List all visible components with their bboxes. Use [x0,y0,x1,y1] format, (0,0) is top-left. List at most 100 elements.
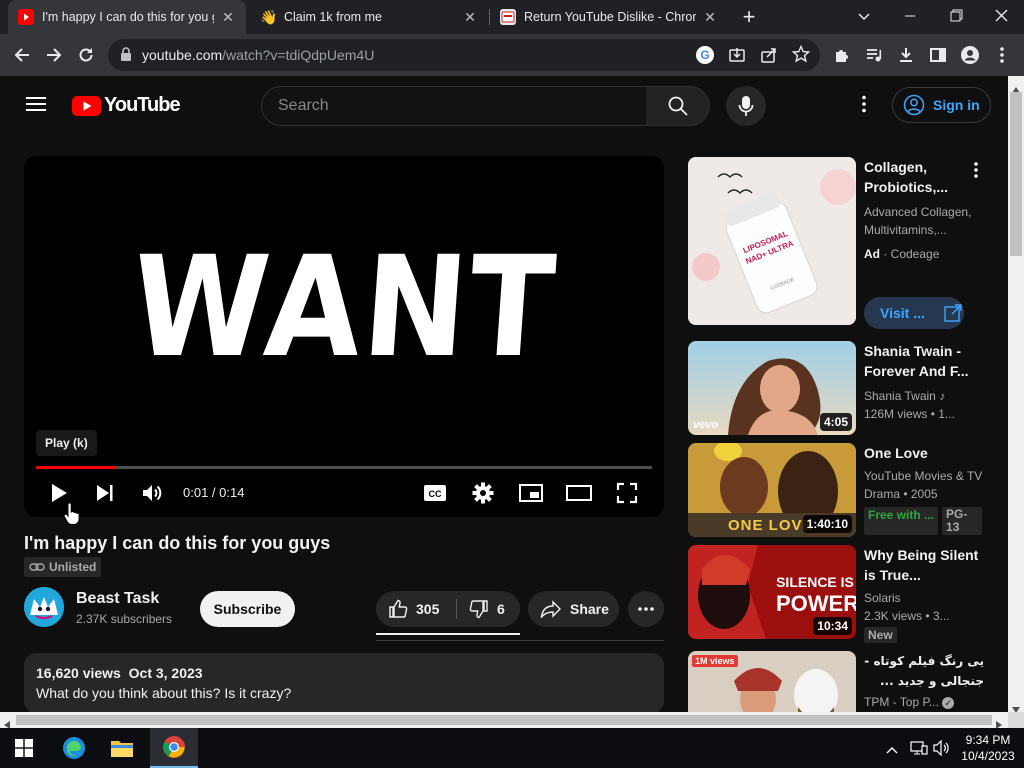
view-date-line: 16,620 views Oct 3, 2023 [36,665,652,681]
settings-kebab-icon[interactable] [854,94,874,119]
close-tab-icon[interactable]: ✕ [462,9,478,26]
sidebar-video[interactable]: SILENCE IS POWER 10:34 Why Being Silent … [688,545,984,643]
volume-speaker-icon[interactable] [933,739,951,761]
ad-title[interactable]: Collagen, Probiotics,... [864,157,984,197]
rating-badge: PG-13 [942,507,983,535]
ad-sponsor: Ad · Codeage [864,247,940,261]
svg-text:CC: CC [429,489,442,499]
video-title[interactable]: یی رنگ فیلم کوتاه - جنجالی و جدید ... [864,651,984,691]
search-input[interactable]: Search [261,86,647,126]
like-button[interactable]: 305 [376,591,456,627]
vertical-scroll-thumb[interactable] [1010,92,1022,256]
video-stats: 2.3K views • 3... [864,609,950,623]
close-tab-icon[interactable]: ✕ [702,9,718,26]
install-app-icon[interactable] [728,46,746,69]
next-button[interactable] [92,480,118,506]
video-thumbnail[interactable]: 1M views [688,651,856,712]
ad-label: Ad [864,247,880,261]
file-explorer-icon[interactable] [98,728,146,768]
ad-kebab-icon[interactable] [970,161,982,184]
more-horizontal-icon [638,607,654,611]
profile-icon[interactable] [956,41,984,69]
share-label: Share [570,601,609,617]
tab-claim[interactable]: 👋 Claim 1k from me ✕ [250,0,488,34]
side-panel-icon[interactable] [924,41,952,69]
address-bar[interactable]: youtube.com/watch?v=tdiQdpUem4U G [108,39,820,71]
description-box[interactable]: 16,620 views Oct 3, 2023 What do you thi… [24,653,664,713]
tab-search-chevron-icon[interactable] [852,6,876,26]
video-thumbnail[interactable]: ONE LOVE 1:40:10 [688,443,856,537]
back-arrow-icon[interactable] [8,41,36,69]
new-tab-button[interactable]: + [736,4,762,30]
video-title[interactable]: Why Being Silent is True... [864,545,984,585]
channel-name: Shania Twain ♪ [864,389,946,403]
video-player[interactable]: WANT Play (k) 0:01 / 0:14 CC [24,156,664,517]
sign-in-button[interactable]: Sign in [892,87,991,123]
vertical-scrollbar[interactable] [1008,76,1024,713]
channel-name[interactable]: Beast Task [76,590,159,608]
dislike-button[interactable]: 6 [457,591,520,627]
minimize-icon[interactable] [896,6,924,26]
voice-search-button[interactable] [726,86,766,126]
horizontal-scroll-thumb[interactable] [16,715,992,725]
video-title[interactable]: One Love [864,443,984,463]
music-note-icon: ♪ [939,389,946,403]
sign-in-label: Sign in [933,97,980,113]
thumbnail-title-text: SILENCE IS POWER [776,574,856,616]
video-title: I'm happy I can do this for you guys [24,533,331,553]
lock-icon[interactable] [120,46,134,64]
video-title[interactable]: Shania Twain - Forever And F... [864,341,984,381]
search-button[interactable] [646,86,710,126]
horizontal-scrollbar[interactable] [0,712,1008,729]
divider [376,640,664,641]
forward-arrow-icon[interactable] [40,41,68,69]
video-thumbnail[interactable]: vevo 4:05 [688,341,856,435]
video-thumbnail[interactable]: SILENCE IS POWER 10:34 [688,545,856,639]
video-stats: 126M views • 1... [864,407,955,421]
media-queue-icon[interactable] [860,41,888,69]
video-duration: 10:34 [813,617,852,635]
volume-button[interactable] [140,480,166,506]
system-clock[interactable]: 9:34 PM 10/4/2023 [956,732,1020,764]
more-actions-button[interactable] [628,591,664,627]
chrome-taskbar-icon[interactable] [150,728,198,768]
captions-button[interactable]: CC [422,480,448,506]
windows-start-icon[interactable] [0,728,48,768]
reload-icon[interactable] [72,41,100,69]
download-icon[interactable] [892,41,920,69]
thumbs-down-icon [469,600,488,619]
ad-thumbnail[interactable]: LIPOSOMAL NAD+ ULTRA CODEAGE [688,157,856,325]
edge-browser-icon[interactable] [50,728,98,768]
tab-return-dislike[interactable]: Return YouTube Dislike - Chrom ✕ [490,0,728,34]
restore-window-icon[interactable] [942,6,970,26]
hamburger-menu-icon[interactable] [24,94,48,119]
miniplayer-button[interactable] [518,480,544,506]
network-icon[interactable] [910,740,928,761]
channel-name: TPM - Top P... ✓ [864,693,984,711]
views-sticker: 1M views [692,655,738,667]
sidebar-video[interactable]: vevo 4:05 Shania Twain - Forever And F..… [688,341,984,435]
bookmark-star-icon[interactable] [791,44,811,68]
share-button[interactable]: Share [528,591,619,627]
share-page-icon[interactable] [760,46,778,69]
theater-mode-button[interactable] [566,480,592,506]
google-lens-icon[interactable]: G [696,46,714,64]
channel-avatar[interactable] [24,587,64,627]
progress-bar[interactable] [36,466,652,469]
close-window-icon[interactable] [988,6,1016,26]
extensions-puzzle-icon[interactable] [828,41,856,69]
visit-ad-button[interactable]: Visit ... [864,297,964,329]
chrome-menu-icon[interactable] [988,41,1016,69]
youtube-logo[interactable]: YouTube [72,94,181,117]
subscribe-button[interactable]: Subscribe [200,591,295,627]
sidebar-video[interactable]: 1M views یی رنگ فیلم کوتاه - جنجالی و جد… [688,651,984,712]
sidebar-ad[interactable]: LIPOSOMAL NAD+ ULTRA CODEAGE Collagen, P… [688,157,984,329]
tab-youtube-video[interactable]: I'm happy I can do this for you g ✕ [8,0,246,34]
close-tab-icon[interactable]: ✕ [220,9,236,26]
sidebar-video[interactable]: ONE LOVE 1:40:10 One Love YouTube Movies… [688,443,984,537]
show-hidden-icons-chevron-icon[interactable] [886,742,898,760]
closed-captions-icon: CC [424,485,446,501]
settings-button[interactable] [470,480,496,506]
fullscreen-button[interactable] [614,480,640,506]
tab-title: I'm happy I can do this for you g [42,10,214,24]
